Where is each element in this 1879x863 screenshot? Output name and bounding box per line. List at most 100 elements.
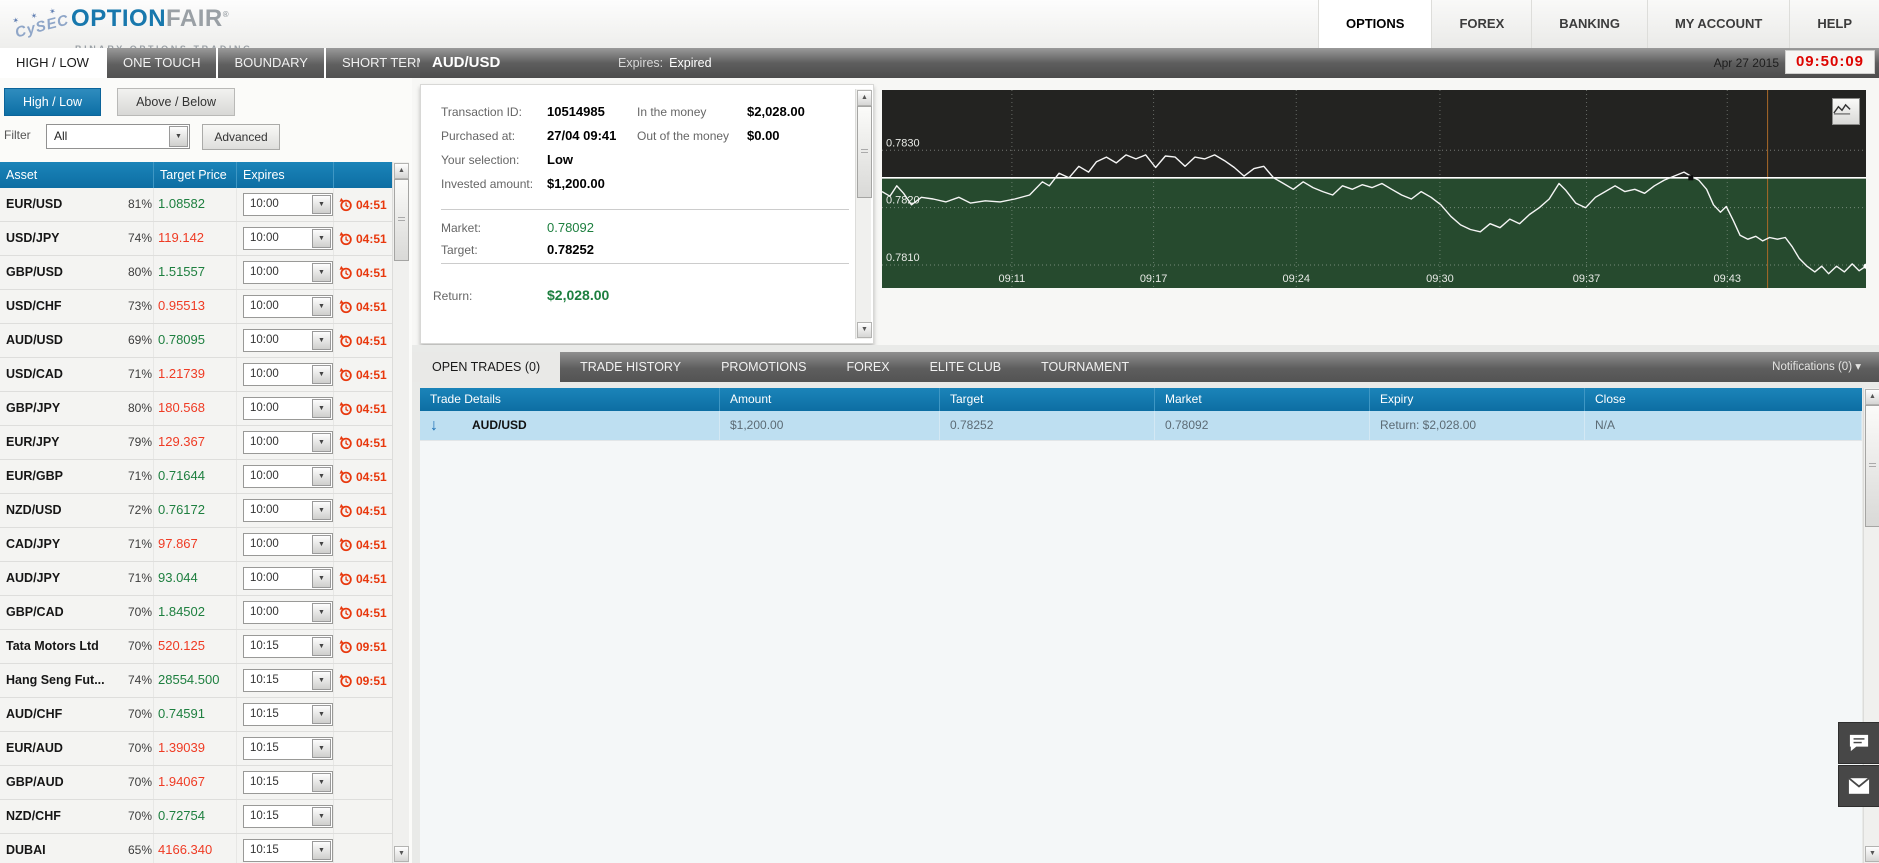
scrollbar-thumb[interactable] xyxy=(394,179,409,261)
scroll-down-icon[interactable]: ▼ xyxy=(394,846,409,862)
chevron-down-icon[interactable]: ▼ xyxy=(312,501,331,520)
asset-row[interactable]: GBP/AUD 70% 1.94067 10:15 ▼ xyxy=(0,766,392,800)
chevron-down-icon[interactable]: ▼ xyxy=(312,263,331,282)
scroll-up-icon[interactable]: ▲ xyxy=(857,90,872,106)
mode-tab-high-low[interactable]: High / Low xyxy=(4,88,102,116)
expiry-select[interactable]: 10:00 ▼ xyxy=(243,295,333,318)
bottom-tab-elite-club[interactable]: ELITE CLUB xyxy=(910,352,1022,382)
bottom-tab-promotions[interactable]: PROMOTIONS xyxy=(701,352,826,382)
filter-select[interactable]: All ▼ xyxy=(46,124,190,149)
chevron-down-icon[interactable]: ▼ xyxy=(312,773,331,792)
live-chat-button[interactable] xyxy=(1838,722,1879,764)
asset-row[interactable]: EUR/USD 81% 1.08582 10:00 ▼ 04:51 xyxy=(0,188,392,222)
asset-row[interactable]: CAD/JPY 71% 97.867 10:00 ▼ 04:51 xyxy=(0,528,392,562)
nav-item-my-account[interactable]: MY ACCOUNT xyxy=(1646,0,1790,48)
asset-payout: 81% xyxy=(127,197,152,211)
expiry-select[interactable]: 10:15 ▼ xyxy=(243,771,333,794)
expiry-select[interactable]: 10:00 ▼ xyxy=(243,329,333,352)
expiry-select[interactable]: 10:15 ▼ xyxy=(243,737,333,760)
scrollbar-thumb[interactable] xyxy=(1865,405,1879,527)
expiry-select[interactable]: 10:00 ▼ xyxy=(243,261,333,284)
asset-row[interactable]: NZD/CHF 70% 0.72754 10:15 ▼ xyxy=(0,800,392,834)
bottom-tab-open-trades-0-[interactable]: OPEN TRADES (0) xyxy=(412,352,561,382)
chevron-down-icon[interactable]: ▼ xyxy=(312,739,331,758)
notifications-dropdown[interactable]: Notifications (0) ▾ xyxy=(1772,352,1861,382)
details-scrollbar[interactable]: ▲ ▼ xyxy=(855,89,872,339)
expiry-select[interactable]: 10:00 ▼ xyxy=(243,227,333,250)
asset-row[interactable]: USD/CHF 73% 0.95513 10:00 ▼ 04:51 xyxy=(0,290,392,324)
nav-item-options[interactable]: OPTIONS xyxy=(1317,0,1432,48)
chevron-down-icon[interactable]: ▼ xyxy=(312,297,331,316)
expiry-select[interactable]: 10:15 ▼ xyxy=(243,703,333,726)
expiry-selected-value: 10:00 xyxy=(250,538,279,550)
instrument-tab-high-low[interactable]: HIGH / LOW xyxy=(0,48,105,78)
chevron-down-icon[interactable]: ▼ xyxy=(312,603,331,622)
asset-row[interactable]: NZD/USD 72% 0.76172 10:00 ▼ 04:51 xyxy=(0,494,392,528)
chevron-down-icon[interactable]: ▼ xyxy=(312,841,331,860)
chevron-down-icon[interactable]: ▼ xyxy=(312,229,331,248)
chevron-down-icon[interactable]: ▼ xyxy=(312,807,331,826)
contact-email-button[interactable] xyxy=(1838,765,1879,807)
asset-row[interactable]: EUR/AUD 70% 1.39039 10:15 ▼ xyxy=(0,732,392,766)
asset-row[interactable]: GBP/USD 80% 1.51557 10:00 ▼ 04:51 xyxy=(0,256,392,290)
chevron-down-icon[interactable]: ▼ xyxy=(312,331,331,350)
asset-payout: 71% xyxy=(127,367,152,381)
chart-type-button[interactable] xyxy=(1832,98,1860,125)
expiry-select[interactable]: 10:00 ▼ xyxy=(243,499,333,522)
asset-row[interactable]: AUD/CHF 70% 0.74591 10:15 ▼ xyxy=(0,698,392,732)
chevron-down-icon[interactable]: ▼ xyxy=(312,705,331,724)
scroll-up-icon[interactable]: ▲ xyxy=(394,163,409,179)
chevron-down-icon[interactable]: ▼ xyxy=(312,195,331,214)
asset-row[interactable]: AUD/USD 69% 0.78095 10:00 ▼ 04:51 xyxy=(0,324,392,358)
asset-row[interactable]: Tata Motors Ltd 70% 520.125 10:15 ▼ 09:51 xyxy=(0,630,392,664)
mode-tab-above-below[interactable]: Above / Below xyxy=(117,88,235,116)
scrollbar-thumb[interactable] xyxy=(857,106,872,198)
asset-row[interactable]: Hang Seng Fut... 74% 28554.500 10:15 ▼ 09:51 xyxy=(0,664,392,698)
expiry-select[interactable]: 10:15 ▼ xyxy=(243,805,333,828)
advanced-filter-button[interactable]: Advanced xyxy=(202,124,280,150)
nav-item-banking[interactable]: BANKING xyxy=(1531,0,1647,48)
expiry-select[interactable]: 10:00 ▼ xyxy=(243,193,333,216)
asset-row[interactable]: DUBAI 65% 4166.340 10:15 ▼ xyxy=(0,834,392,863)
detail-label: Invested amount: xyxy=(441,177,534,191)
scroll-down-icon[interactable]: ▼ xyxy=(1865,846,1879,862)
asset-row[interactable]: EUR/JPY 79% 129.367 10:00 ▼ 04:51 xyxy=(0,426,392,460)
trade-row[interactable]: ↓ AUD/USD $1,200.00 0.78252 0.78092 Return: $… xyxy=(420,411,1862,441)
expiry-select[interactable]: 10:15 ▼ xyxy=(243,669,333,692)
chevron-down-icon[interactable]: ▼ xyxy=(312,671,331,690)
bottom-tab-tournament[interactable]: TOURNAMENT xyxy=(1021,352,1149,382)
expiry-select[interactable]: 10:00 ▼ xyxy=(243,431,333,454)
asset-row[interactable]: USD/JPY 74% 119.142 10:00 ▼ 04:51 xyxy=(0,222,392,256)
expiry-select[interactable]: 10:00 ▼ xyxy=(243,363,333,386)
chevron-down-icon[interactable]: ▼ xyxy=(312,365,331,384)
asset-row[interactable]: USD/CAD 71% 1.21739 10:00 ▼ 04:51 xyxy=(0,358,392,392)
chevron-down-icon[interactable]: ▼ xyxy=(312,569,331,588)
instrument-tab-one-touch[interactable]: ONE TOUCH xyxy=(106,48,217,78)
bottom-tab-forex[interactable]: FOREX xyxy=(827,352,910,382)
expiry-select[interactable]: 10:15 ▼ xyxy=(243,635,333,658)
nav-item-help[interactable]: HELP xyxy=(1789,0,1879,48)
scroll-up-icon[interactable]: ▲ xyxy=(1865,389,1879,405)
chevron-down-icon[interactable]: ▼ xyxy=(312,399,331,418)
asset-row[interactable]: GBP/JPY 80% 180.568 10:00 ▼ 04:51 xyxy=(0,392,392,426)
scroll-down-icon[interactable]: ▼ xyxy=(857,322,872,338)
expiry-select[interactable]: 10:00 ▼ xyxy=(243,465,333,488)
nav-item-forex[interactable]: FOREX xyxy=(1431,0,1532,48)
asset-row[interactable]: GBP/CAD 70% 1.84502 10:00 ▼ 04:51 xyxy=(0,596,392,630)
chevron-down-icon[interactable]: ▼ xyxy=(312,637,331,656)
chevron-down-icon[interactable]: ▼ xyxy=(312,535,331,554)
asset-list-scrollbar[interactable]: ▲ ▼ xyxy=(392,162,409,863)
chevron-down-icon[interactable]: ▼ xyxy=(169,126,188,147)
expiry-select[interactable]: 10:00 ▼ xyxy=(243,397,333,420)
asset-row[interactable]: EUR/GBP 71% 0.71644 10:00 ▼ 04:51 xyxy=(0,460,392,494)
expiry-select[interactable]: 10:00 ▼ xyxy=(243,567,333,590)
expiry-select[interactable]: 10:00 ▼ xyxy=(243,533,333,556)
countdown-clock-icon xyxy=(339,605,352,620)
bottom-tab-trade-history[interactable]: TRADE HISTORY xyxy=(560,352,701,382)
chevron-down-icon[interactable]: ▼ xyxy=(312,467,331,486)
expiry-select[interactable]: 10:00 ▼ xyxy=(243,601,333,624)
expiry-select[interactable]: 10:15 ▼ xyxy=(243,839,333,862)
chevron-down-icon[interactable]: ▼ xyxy=(312,433,331,452)
asset-row[interactable]: AUD/JPY 71% 93.044 10:00 ▼ 04:51 xyxy=(0,562,392,596)
instrument-tab-boundary[interactable]: BOUNDARY xyxy=(218,48,324,78)
